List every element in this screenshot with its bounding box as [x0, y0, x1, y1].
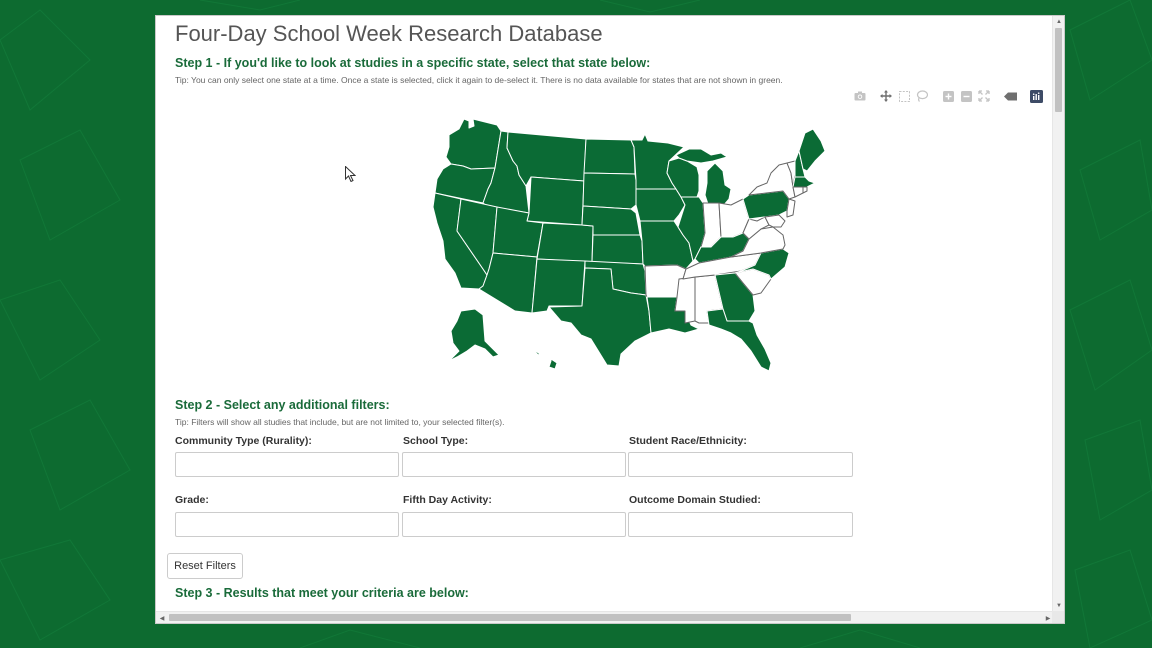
state-WA[interactable] [445, 118, 502, 170]
zoom-out-icon[interactable] [959, 89, 973, 103]
page-content: Four-Day School Week Research Database S… [156, 16, 1054, 612]
horizontal-scrollbar[interactable]: ◀ ▶ [156, 611, 1054, 623]
filter-label-school-type: School Type: [403, 435, 469, 447]
fifth-day-activity-select[interactable] [402, 512, 626, 537]
horizontal-scroll-thumb[interactable] [169, 614, 851, 621]
filter-label-student-race: Student Race/Ethnicity: [629, 435, 747, 447]
step1-heading: Step 1 - If you'd like to look at studie… [175, 56, 651, 70]
vertical-scrollbar[interactable]: ▲ ▼ [1052, 16, 1064, 612]
filter-label-outcome-domain: Outcome Domain Studied: [629, 494, 761, 506]
state-IA[interactable] [635, 188, 686, 222]
mouse-cursor-icon [345, 166, 356, 182]
state-MA[interactable] [792, 176, 816, 188]
pan-icon[interactable] [879, 89, 893, 103]
student-race-select[interactable] [628, 452, 853, 477]
state-CO[interactable] [536, 222, 594, 263]
filter-label-grade: Grade: [175, 494, 209, 506]
vertical-scroll-thumb[interactable] [1055, 28, 1062, 112]
state-NJ[interactable] [786, 198, 796, 218]
plotly-logo-icon[interactable] [1029, 89, 1043, 103]
state-NM[interactable] [531, 258, 586, 314]
state-CT[interactable] [792, 186, 804, 198]
state-SD[interactable] [582, 172, 637, 210]
scroll-down-icon[interactable]: ▼ [1054, 601, 1064, 611]
page-title: Four-Day School Week Research Database [175, 21, 603, 46]
filter-label-fifth-day-activity: Fifth Day Activity: [403, 494, 492, 506]
scroll-left-icon[interactable]: ◀ [157, 613, 167, 623]
browser-window: Four-Day School Week Research Database S… [155, 15, 1065, 624]
state-WY[interactable] [526, 176, 585, 226]
school-type-select[interactable] [402, 452, 626, 477]
state-MI[interactable] [704, 162, 732, 208]
step3-heading: Step 3 - Results that meet your criteria… [175, 586, 469, 600]
state-RI[interactable] [802, 186, 808, 194]
us-states-map [432, 118, 826, 372]
reset-icon[interactable] [1003, 89, 1017, 103]
step2-heading: Step 2 - Select any additional filters: [175, 398, 390, 412]
state-AK[interactable] [448, 308, 500, 362]
community-type-select[interactable] [175, 452, 399, 477]
scroll-up-icon[interactable]: ▲ [1054, 17, 1064, 27]
scrollbar-corner [1052, 611, 1064, 623]
map-modebar [853, 89, 1047, 103]
lasso-select-icon[interactable] [915, 89, 929, 103]
state-ND[interactable] [583, 138, 636, 175]
step1-tip: Tip: You can only select one state at a … [175, 75, 783, 85]
filter-label-community-type: Community Type (Rurality): [175, 435, 312, 447]
outcome-domain-select[interactable] [628, 512, 853, 537]
state-KS[interactable] [591, 234, 644, 265]
zoom-in-icon[interactable] [941, 89, 955, 103]
grade-select[interactable] [175, 512, 399, 537]
autoscale-icon[interactable] [977, 89, 991, 103]
reset-filters-button[interactable]: Reset Filters [167, 553, 243, 579]
box-select-icon[interactable] [897, 89, 911, 103]
state-ME[interactable] [798, 128, 826, 172]
step2-tip: Tip: Filters will show all studies that … [175, 417, 505, 427]
camera-icon[interactable] [853, 89, 867, 103]
state-HI[interactable] [526, 346, 558, 370]
